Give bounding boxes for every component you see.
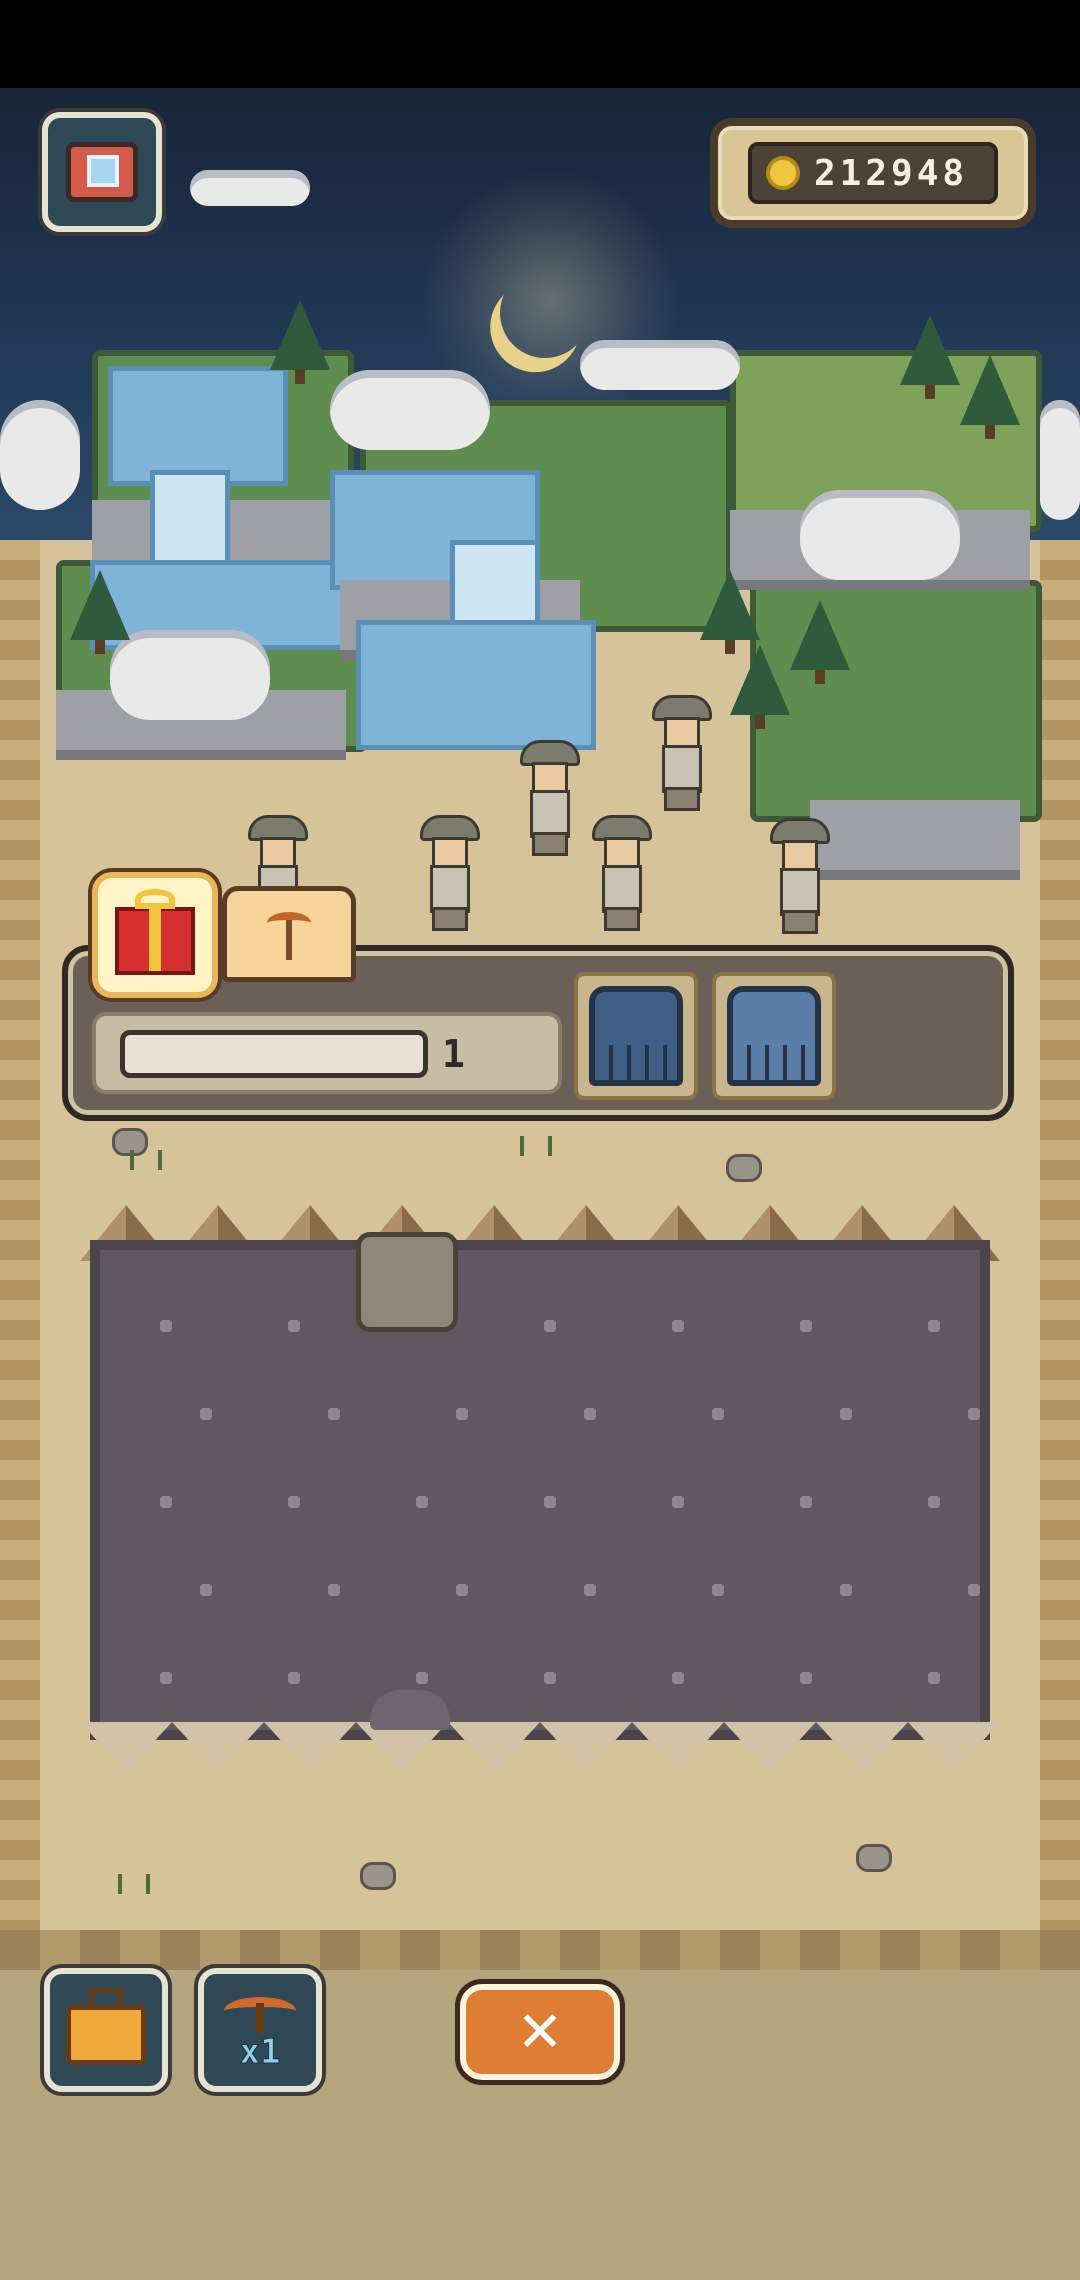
worker-tab[interactable]	[222, 886, 356, 982]
stone	[726, 1154, 762, 1182]
pit-pebble	[800, 1672, 812, 1684]
tree	[700, 570, 760, 654]
pit-pebble	[544, 1672, 556, 1684]
pit-pebble	[800, 1320, 812, 1332]
pit-pebble	[288, 1320, 300, 1332]
tree	[900, 315, 960, 399]
stone	[856, 1844, 892, 1872]
camera-button[interactable]	[42, 112, 162, 232]
rock-shadow	[370, 1690, 450, 1730]
coin-icon	[766, 156, 800, 190]
pit-pebble	[160, 1320, 172, 1332]
toolbox-icon	[66, 1988, 146, 2065]
cart-open-icon	[727, 986, 821, 1086]
pool-bottom	[356, 620, 596, 750]
worker	[652, 695, 712, 811]
pond-top	[108, 366, 288, 486]
pit-pebble	[672, 1496, 684, 1508]
cloud	[800, 490, 960, 580]
pit-pebble	[200, 1408, 212, 1420]
pit-pebble	[672, 1320, 684, 1332]
tree	[790, 600, 850, 684]
grass	[118, 1874, 150, 1894]
pit-pebble	[416, 1496, 428, 1508]
worker	[420, 815, 480, 931]
worker	[770, 818, 830, 934]
worker	[520, 740, 580, 856]
pit-pebble	[968, 1584, 980, 1596]
gift-button[interactable]	[92, 872, 218, 998]
pit-pebble	[200, 1584, 212, 1596]
pit-pebble	[840, 1408, 852, 1420]
camera-icon	[66, 142, 138, 202]
pickaxe-icon	[220, 1991, 300, 2033]
cloud	[110, 630, 270, 720]
pit-pebble	[288, 1672, 300, 1684]
grass	[520, 1136, 552, 1156]
pit-pebble	[928, 1672, 940, 1684]
pit-pebble	[328, 1584, 340, 1596]
pit-pebble	[328, 1408, 340, 1420]
cart-slot-2[interactable]	[712, 972, 836, 1100]
pickaxe-button[interactable]: x1	[198, 1968, 322, 2092]
toolbox-button[interactable]	[44, 1968, 168, 2092]
ground-border-left	[0, 540, 40, 1940]
tree	[70, 570, 130, 654]
pit-pebble	[288, 1496, 300, 1508]
cliff-lower-right	[810, 800, 1020, 880]
cloud	[0, 400, 80, 510]
coin-balance-panel: 212948	[710, 118, 1036, 228]
status-bar	[0, 0, 1080, 88]
dig-pit[interactable]	[90, 1240, 990, 1740]
dig-progress-bar	[120, 1030, 428, 1078]
gift-icon	[115, 889, 195, 975]
pit-pebble	[456, 1408, 468, 1420]
ground-border-bottom	[0, 1930, 1080, 1970]
worker-pickaxe-icon	[261, 906, 317, 962]
cart-closed-icon	[589, 986, 683, 1086]
grass	[130, 1150, 162, 1170]
cloud	[1040, 400, 1080, 520]
tree	[730, 645, 790, 729]
pit-pebble	[800, 1496, 812, 1508]
tree	[270, 300, 330, 384]
pit-pebble	[160, 1496, 172, 1508]
pit-pebble	[928, 1496, 940, 1508]
rock-ore[interactable]	[356, 1232, 458, 1332]
pit-pebble	[712, 1408, 724, 1420]
pit-pebble	[672, 1672, 684, 1684]
tree	[960, 355, 1020, 439]
close-button[interactable]: ✕	[460, 1984, 620, 2080]
cloud	[190, 170, 310, 206]
pit-pebble	[712, 1584, 724, 1596]
dig-count: 1	[442, 1032, 465, 1076]
pit-pebble	[584, 1408, 596, 1420]
cloud	[330, 370, 490, 450]
ground-border-right	[1040, 540, 1080, 1940]
pit-pebble	[928, 1320, 940, 1332]
stone	[360, 1862, 396, 1890]
pit-pebble	[456, 1584, 468, 1596]
pickaxe-count: x1	[239, 2032, 281, 2072]
pit-pebble	[160, 1672, 172, 1684]
coin-balance: 212948	[814, 152, 969, 194]
pit-pebble	[416, 1672, 428, 1684]
worker	[592, 815, 652, 931]
pit-pebble	[840, 1584, 852, 1596]
cloud	[580, 340, 740, 390]
pit-pebble	[544, 1320, 556, 1332]
pit-pebble	[544, 1496, 556, 1508]
cart-slot-1[interactable]	[574, 972, 698, 1100]
pit-pebble	[968, 1408, 980, 1420]
pit-pebble	[584, 1584, 596, 1596]
